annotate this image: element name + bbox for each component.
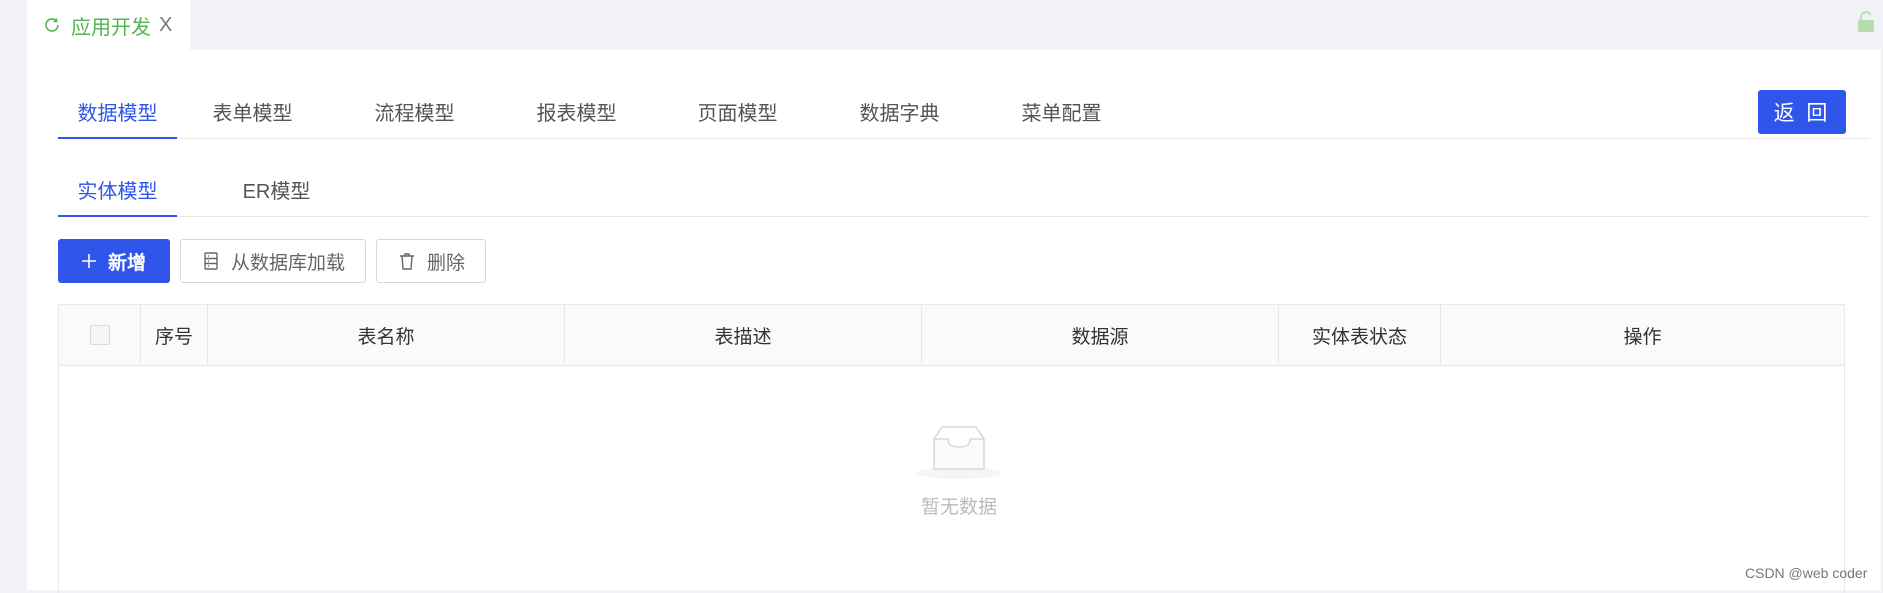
column-header-data-source: 数据源 bbox=[922, 305, 1279, 365]
tab-form-model[interactable]: 表单模型 bbox=[193, 90, 312, 138]
select-all-checkbox[interactable] bbox=[89, 325, 110, 345]
column-header-actions: 操作 bbox=[1623, 326, 1662, 348]
top-tab-bar: 应用开发 X bbox=[0, 0, 1883, 50]
database-icon bbox=[201, 251, 221, 271]
column-header-table-name: 表名称 bbox=[208, 305, 565, 365]
column-header-entity-status: 实体表状态 bbox=[1279, 305, 1441, 365]
empty-state: 暂无数据 bbox=[904, 425, 1014, 519]
select-all-cell bbox=[59, 305, 141, 365]
load-from-db-button[interactable]: 从数据库加载 bbox=[180, 239, 366, 283]
tab-process-model[interactable]: 流程模型 bbox=[355, 90, 474, 138]
watermark: CSDN @web coder bbox=[1745, 565, 1868, 581]
tab-data-model[interactable]: 数据模型 bbox=[58, 90, 177, 139]
column-header-table-desc: 表描述 bbox=[565, 305, 922, 365]
main-tabs: 数据模型 表单模型 流程模型 报表模型 页面模型 数据字典 菜单配置 bbox=[58, 90, 1870, 139]
refresh-icon[interactable] bbox=[43, 15, 63, 35]
tab-report-model[interactable]: 报表模型 bbox=[517, 90, 636, 138]
plus-icon bbox=[79, 251, 99, 271]
lock-icon[interactable] bbox=[1855, 10, 1877, 34]
back-button[interactable]: 返 回 bbox=[1758, 90, 1846, 134]
load-from-db-label: 从数据库加载 bbox=[231, 252, 346, 274]
add-button[interactable]: 新增 bbox=[58, 239, 170, 283]
sub-tabs: 实体模型 ER模型 bbox=[58, 168, 1870, 217]
delete-button[interactable]: 删除 bbox=[376, 239, 486, 283]
trash-icon bbox=[397, 251, 417, 271]
content-panel: 数据模型 表单模型 流程模型 报表模型 页面模型 数据字典 菜单配置 返 回 实… bbox=[27, 50, 1881, 593]
tab-data-dictionary[interactable]: 数据字典 bbox=[840, 90, 959, 138]
empty-text: 暂无数据 bbox=[920, 497, 997, 518]
close-icon[interactable]: X bbox=[159, 15, 172, 35]
add-button-label: 新增 bbox=[108, 252, 147, 274]
empty-inbox-icon bbox=[914, 426, 1004, 485]
entity-table: 序号 表名称 表描述 数据源 实体表状态 操作 暂无数据 bbox=[58, 304, 1845, 593]
tab-menu-config[interactable]: 菜单配置 bbox=[1002, 90, 1121, 138]
delete-label: 删除 bbox=[427, 252, 466, 274]
page-tab-app-dev[interactable]: 应用开发 X bbox=[27, 0, 190, 50]
tab-er-model[interactable]: ER模型 bbox=[217, 168, 336, 216]
column-header-index: 序号 bbox=[141, 305, 208, 365]
tab-entity-model[interactable]: 实体模型 bbox=[58, 168, 177, 217]
tab-page-model[interactable]: 页面模型 bbox=[678, 90, 797, 138]
table-header: 序号 表名称 表描述 数据源 实体表状态 操作 bbox=[59, 305, 1844, 366]
page-tab-label: 应用开发 bbox=[71, 16, 151, 39]
